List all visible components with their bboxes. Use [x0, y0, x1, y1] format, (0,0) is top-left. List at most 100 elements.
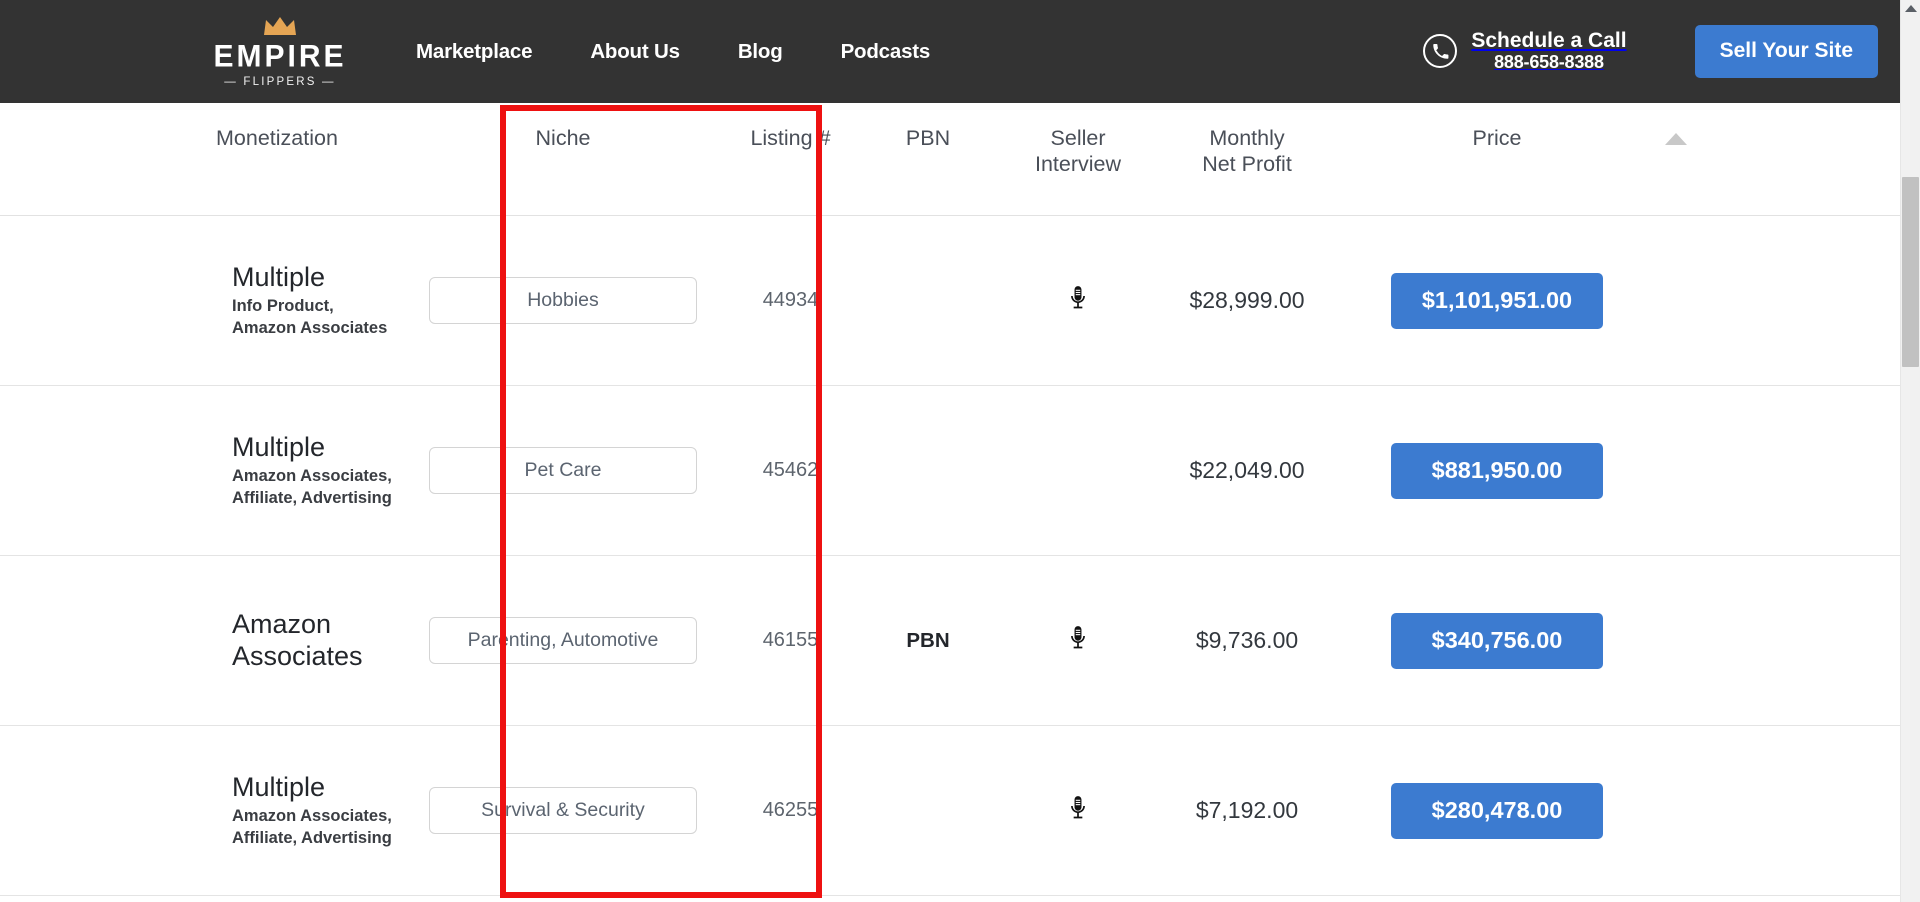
- page-root: EMPIRE — FLIPPERS — Marketplace About Us…: [0, 0, 1920, 902]
- microphone-icon: [1065, 796, 1091, 827]
- cell-spacer: [1653, 556, 1900, 726]
- cell-monetization: MultipleAmazon Associates, Affiliate: [0, 896, 398, 902]
- cell-seller-interview: [1003, 556, 1153, 726]
- niche-pill-button[interactable]: Hobbies: [429, 277, 697, 325]
- logo-wordmark: EMPIRE: [213, 38, 347, 74]
- monetization-detail: Amazon Associates, Affiliate, Advertisin…: [232, 807, 392, 848]
- site-header: EMPIRE — FLIPPERS — Marketplace About Us…: [0, 0, 1900, 103]
- cell-seller-interview: [1003, 896, 1153, 902]
- microphone-icon: [1065, 626, 1091, 657]
- cell-seller-interview: [1003, 386, 1153, 556]
- scroll-up-arrow-icon[interactable]: [1905, 5, 1917, 12]
- cell-listing-number: 46155: [762, 629, 819, 652]
- monetization-primary: Multiple: [232, 431, 326, 462]
- monetization-primary: Amazon Associates: [232, 609, 363, 671]
- scrollbar-thumb[interactable]: [1902, 177, 1919, 367]
- monetization-detail: Amazon Associates, Affiliate, Advertisin…: [232, 467, 392, 508]
- cell-monthly-net-profit: $22,049.00: [1189, 457, 1305, 484]
- column-header-pbn[interactable]: PBN: [853, 103, 1003, 217]
- nav-item-about-us[interactable]: About Us: [590, 40, 680, 64]
- cell-monetization: Multiple Info Product, Amazon Associates: [0, 216, 398, 386]
- cell-listing-number: 45462: [762, 459, 819, 482]
- seller-interview-line1: Seller: [1050, 126, 1106, 150]
- cell-price: $280,478.00: [1341, 726, 1653, 896]
- cell-pbn: [853, 216, 1003, 386]
- schedule-call-title: Schedule a Call: [1471, 29, 1627, 53]
- cell-spacer: [1653, 216, 1900, 386]
- cell-price: $340,756.00: [1341, 556, 1653, 726]
- column-header-niche[interactable]: Niche: [398, 103, 728, 217]
- column-header-monthly-net-profit[interactable]: Monthly Net Profit: [1153, 103, 1341, 217]
- main-navigation: Marketplace About Us Blog Podcasts: [416, 40, 930, 64]
- crown-icon: [263, 16, 297, 41]
- cell-price: $266,957.00: [1341, 896, 1653, 902]
- cell-monthly-net-profit: $7,192.00: [1195, 797, 1299, 824]
- cell-listing-number: 46308: [728, 896, 853, 902]
- column-header-listing-number[interactable]: Listing #: [728, 103, 853, 217]
- table-row[interactable]: Multiple Info Product, Amazon Associates H…: [0, 216, 1900, 386]
- cell-seller-interview: [1003, 216, 1153, 386]
- cell-spacer: [1653, 896, 1900, 902]
- cell-price: $881,950.00: [1341, 386, 1653, 556]
- monthly-net-profit-line2: Net Profit: [1202, 152, 1292, 177]
- nav-item-marketplace[interactable]: Marketplace: [416, 40, 533, 64]
- cell-pbn: [853, 726, 1003, 896]
- price-button[interactable]: $280,478.00: [1391, 782, 1603, 839]
- listings-table: Monetization Niche Listing # PBN Seller …: [0, 103, 1900, 902]
- niche-pill-button[interactable]: Pet Care: [429, 447, 697, 495]
- seller-interview-line2: Interview: [1034, 152, 1122, 177]
- monetization-detail: Info Product, Amazon Associates: [232, 297, 388, 338]
- sort-ascending-triangle-icon[interactable]: [1665, 133, 1687, 145]
- monetization-primary: Multiple: [232, 261, 326, 292]
- site-logo[interactable]: EMPIRE — FLIPPERS —: [210, 13, 350, 91]
- table-row[interactable]: MultipleAmazon Associates, AffiliateMedi…: [0, 896, 1900, 902]
- schedule-a-call-link[interactable]: Schedule a Call 888-658-8388: [1423, 30, 1627, 72]
- logo-subtitle: — FLIPPERS —: [224, 75, 336, 88]
- cell-spacer: [1653, 386, 1900, 556]
- price-button[interactable]: $881,950.00: [1391, 442, 1603, 499]
- nav-item-podcasts[interactable]: Podcasts: [841, 40, 931, 64]
- listings-table-area: Monetization Niche Listing # PBN Seller …: [0, 103, 1900, 902]
- cell-monetization: Amazon Associates: [0, 556, 398, 726]
- price-button[interactable]: $340,756.00: [1391, 612, 1603, 669]
- phone-icon: [1423, 34, 1458, 69]
- table-row[interactable]: Amazon Associates Parenting, Automotive 46…: [0, 556, 1900, 726]
- cell-monetization: Multiple Amazon Associates, Affiliate, Ad…: [0, 386, 398, 556]
- table-header: Monetization Niche Listing # PBN Seller …: [0, 103, 1900, 217]
- cell-seller-interview: [1003, 726, 1153, 896]
- cell-monthly-net-profit: $9,736.00: [1195, 627, 1299, 654]
- sell-your-site-button[interactable]: Sell Your Site: [1694, 25, 1878, 78]
- column-header-seller-interview[interactable]: Seller Interview: [1003, 103, 1153, 217]
- niche-pill-button[interactable]: Parenting, Automotive: [429, 617, 697, 665]
- cell-niche: Parenting, Automotive: [398, 556, 728, 726]
- niche-pill-button[interactable]: Survival & Security: [429, 787, 697, 835]
- cell-niche: Medical: [398, 896, 728, 902]
- page-scrollbar[interactable]: [1900, 0, 1920, 902]
- nav-item-blog[interactable]: Blog: [738, 40, 783, 64]
- cell-monetization: Multiple Amazon Associates, Affiliate, Ad…: [0, 726, 398, 896]
- table-row[interactable]: Multiple Amazon Associates, Affiliate, Ad…: [0, 386, 1900, 556]
- column-header-sort[interactable]: [1653, 103, 1900, 217]
- phone-number: 888-658-8388: [1494, 52, 1604, 73]
- call-text-block: Schedule a Call 888-658-8388: [1471, 30, 1626, 72]
- table-body: Multiple Info Product, Amazon Associates H…: [0, 216, 1900, 902]
- table-header-row: Monetization Niche Listing # PBN Seller …: [0, 103, 1900, 217]
- cell-listing-number: 44934: [762, 289, 819, 312]
- price-button[interactable]: $1,101,951.00: [1391, 272, 1603, 329]
- microphone-icon: [1065, 286, 1091, 317]
- cell-pbn: PBN: [906, 628, 950, 652]
- header-right-group: Schedule a Call 888-658-8388 Sell Your S…: [1423, 0, 1900, 103]
- column-header-monetization[interactable]: Monetization: [0, 103, 398, 217]
- cell-niche: Survival & Security: [398, 726, 728, 896]
- cell-monthly-net-profit: $28,999.00: [1189, 287, 1305, 314]
- cell-price: $1,101,951.00: [1341, 216, 1653, 386]
- cell-niche: Pet Care: [398, 386, 728, 556]
- cell-niche: Hobbies: [398, 216, 728, 386]
- cell-pbn: [853, 386, 1003, 556]
- monthly-net-profit-line1: Monthly: [1209, 126, 1285, 150]
- table-row[interactable]: Multiple Amazon Associates, Affiliate, Ad…: [0, 726, 1900, 896]
- monetization-primary: Multiple: [232, 771, 326, 802]
- cell-spacer: [1653, 726, 1900, 896]
- cell-monthly-net-profit: $8,090.00: [1153, 896, 1341, 902]
- column-header-price[interactable]: Price: [1341, 103, 1653, 217]
